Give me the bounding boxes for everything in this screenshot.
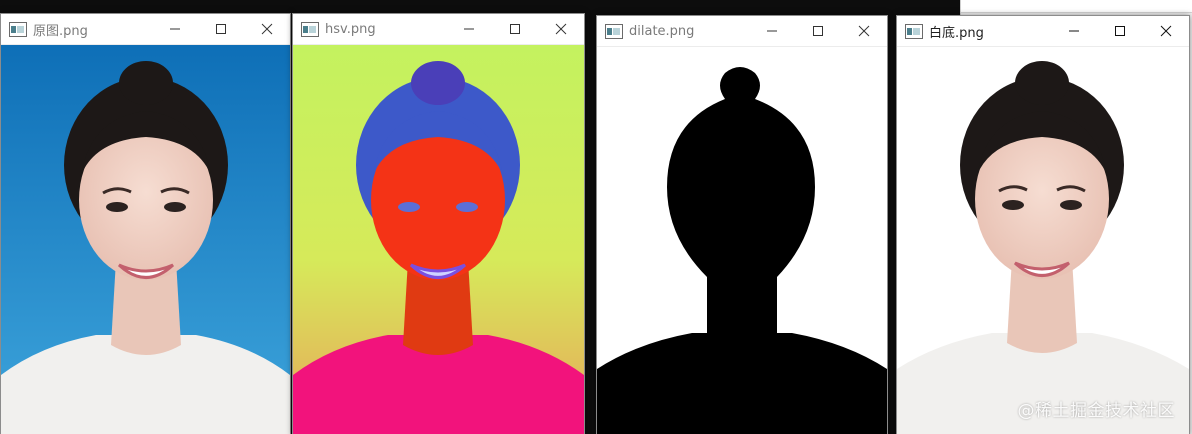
maximize-icon[interactable] <box>1097 16 1143 46</box>
image-white-background: @稀土掘金技术社区 <box>897 47 1189 434</box>
window-original[interactable]: 原图.png <box>0 13 291 434</box>
window-title: dilate.png <box>629 23 695 39</box>
maximize-icon[interactable] <box>198 14 244 44</box>
close-icon[interactable] <box>244 14 290 44</box>
app-icon <box>9 21 27 37</box>
window-titlebar[interactable]: hsv.png <box>293 14 584 45</box>
close-icon[interactable] <box>1143 16 1189 46</box>
close-icon[interactable] <box>538 14 584 44</box>
minimize-icon[interactable] <box>749 16 795 46</box>
close-icon[interactable] <box>841 16 887 46</box>
minimize-icon[interactable] <box>152 14 198 44</box>
background-window-titlebar <box>961 0 1192 13</box>
window-titlebar[interactable]: 白底.png <box>897 16 1189 47</box>
window-white-background[interactable]: 白底.png @稀土掘金技术社区 <box>896 15 1190 434</box>
window-titlebar[interactable]: dilate.png <box>597 16 887 47</box>
app-icon <box>301 21 319 37</box>
window-hsv[interactable]: hsv.png <box>292 13 585 434</box>
image-original <box>1 45 290 434</box>
window-dilate[interactable]: dilate.png <box>596 15 888 434</box>
window-titlebar[interactable]: 原图.png <box>1 14 290 45</box>
window-title: 原图.png <box>33 23 88 39</box>
app-icon <box>905 23 923 39</box>
image-dilate <box>597 47 887 434</box>
maximize-icon[interactable] <box>492 14 538 44</box>
maximize-icon[interactable] <box>795 16 841 46</box>
app-icon <box>605 23 623 39</box>
watermark: @稀土掘金技术社区 <box>1017 401 1175 421</box>
window-title: hsv.png <box>325 21 376 37</box>
minimize-icon[interactable] <box>446 14 492 44</box>
window-title: 白底.png <box>929 25 984 41</box>
minimize-icon[interactable] <box>1051 16 1097 46</box>
desktop: 原图.png hsv.png dilate.png 白底.png @稀土掘金技术… <box>0 0 1192 434</box>
image-hsv <box>293 45 584 434</box>
